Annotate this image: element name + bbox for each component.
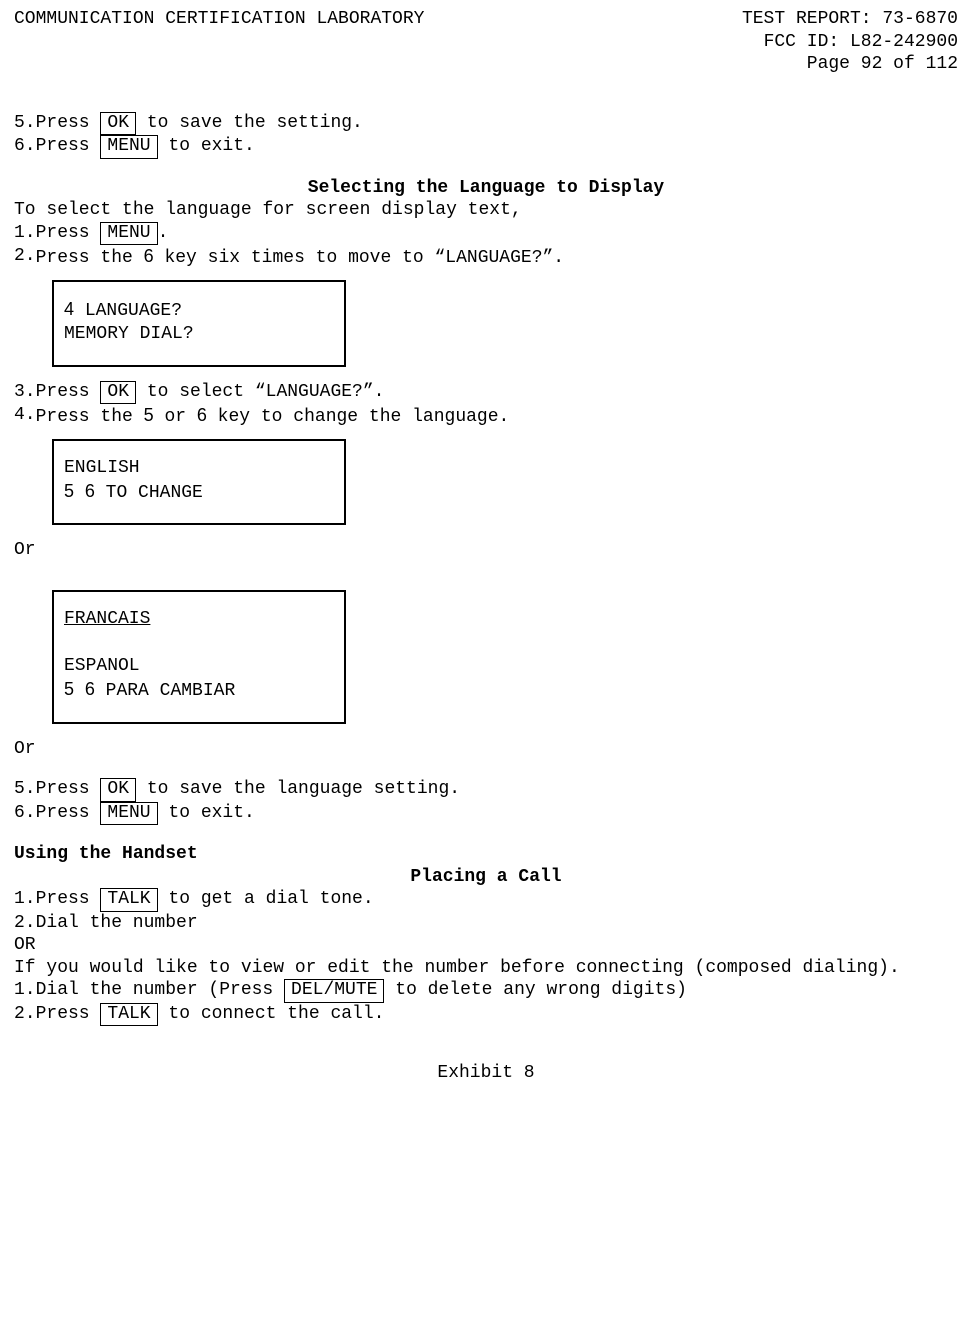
section-intro: To select the language for screen displa… [14, 199, 958, 222]
lang-step-6: 6. Press MENU to exit. [14, 802, 958, 826]
digit-5: 5 [64, 679, 74, 699]
or-label: Or [14, 738, 958, 761]
step-text-pre: Press the [36, 407, 144, 427]
step-text-post: to exit. [158, 803, 255, 823]
lcd-display-1: 4 LANGUAGE? MEMORY DIAL? [52, 280, 346, 367]
step-5: 5. Press OK to save the setting. [14, 112, 958, 136]
step-number: 5. [14, 778, 36, 802]
step-text-pre: Press [36, 1004, 101, 1024]
step-number: 6. [14, 802, 36, 826]
step-text-post: . [158, 223, 169, 243]
section-heading-handset: Using the Handset [14, 843, 958, 866]
display-text: TO CHANGE [95, 483, 203, 503]
digit-5: 5 [144, 405, 154, 425]
talk-key: TALK [100, 1003, 157, 1027]
lang-step-1: 1. Press MENU. [14, 222, 958, 246]
section-heading-placing-call: Placing a Call [14, 866, 958, 889]
step-text-post: to exit. [158, 136, 255, 156]
display-text: MEMORY DIAL? [64, 323, 334, 346]
lang-step-4: 4. Press the 5 or 6 key to change the la… [14, 404, 958, 429]
step-text-pre: Press [36, 113, 101, 133]
step-text-pre: Press the [36, 248, 144, 268]
header-left: COMMUNICATION CERTIFICATION LABORATORY [14, 8, 424, 31]
ok-key: OK [100, 381, 136, 405]
step-number: 1. [14, 888, 36, 912]
display-text: FRANCAIS [64, 608, 334, 631]
step-number: 5. [14, 112, 36, 136]
step-text-post: to select “LANGUAGE?”. [136, 382, 384, 402]
lcd-display-2: ENGLISH 5 6 TO CHANGE [52, 439, 346, 526]
step-number: 3. [14, 381, 36, 405]
digit-5: 5 [64, 481, 74, 501]
display-text: PARA CAMBIAR [95, 681, 235, 701]
or-label: Or [14, 539, 958, 562]
step-text-pre: Press [36, 136, 101, 156]
call-step-2: 2. Dial the number [14, 912, 958, 935]
step-text-post: to connect the call. [158, 1004, 385, 1024]
step-number: 2. [14, 245, 36, 270]
ok-key: OK [100, 778, 136, 802]
menu-key: MENU [100, 135, 157, 159]
display-text: ENGLISH [64, 457, 334, 480]
step-text-pre: Dial the number (Press [36, 980, 284, 1000]
step-text-pre: Press [36, 779, 101, 799]
lang-step-3: 3. Press OK to select “LANGUAGE?”. [14, 381, 958, 405]
step-number: 1. [14, 979, 36, 1003]
alt-step-2: 2. Press TALK to connect the call. [14, 1003, 958, 1027]
composed-dialing-para: If you would like to view or edit the nu… [14, 957, 958, 980]
step-text-pre: Press [36, 223, 101, 243]
step-number: 1. [14, 222, 36, 246]
step-text-post: to get a dial tone. [158, 889, 374, 909]
step-number: 6. [14, 135, 36, 159]
lcd-display-3: FRANCAIS ESPANOL 5 6 PARA CAMBIAR [52, 590, 346, 724]
digit-6: 6 [144, 246, 154, 266]
step-text-post: key six times to move to “LANGUAGE?”. [154, 248, 564, 268]
page-header: COMMUNICATION CERTIFICATION LABORATORY T… [14, 8, 958, 31]
step-text-post: to save the setting. [136, 113, 363, 133]
header-right-3: Page 92 of 112 [14, 53, 958, 76]
display-text: LANGUAGE? [74, 301, 182, 321]
del-mute-key: DEL/MUTE [284, 979, 384, 1003]
digit-4: 4 [64, 299, 74, 319]
or-label-big: OR [14, 934, 958, 957]
step-text-post: to save the language setting. [136, 779, 460, 799]
step-6: 6. Press MENU to exit. [14, 135, 958, 159]
lang-step-5: 5. Press OK to save the language setting… [14, 778, 958, 802]
step-text: Dial the number [36, 912, 958, 935]
display-text: ESPANOL [64, 655, 334, 678]
step-text-pre: Press [36, 382, 101, 402]
digit-6: 6 [85, 679, 95, 699]
step-number: 2. [14, 912, 36, 935]
step-text-pre: Press [36, 803, 101, 823]
digit-6: 6 [197, 405, 207, 425]
display-blank [64, 631, 334, 654]
step-text-post: to delete any wrong digits) [384, 980, 686, 1000]
menu-key: MENU [100, 222, 157, 246]
digit-6: 6 [85, 481, 95, 501]
step-number: 2. [14, 1003, 36, 1027]
step-text-mid: or [154, 407, 197, 427]
header-right-1: TEST REPORT: 73-6870 [742, 8, 958, 31]
alt-step-1: 1. Dial the number (Press DEL/MUTE to de… [14, 979, 958, 1003]
exhibit-label: Exhibit 8 [14, 1062, 958, 1085]
menu-key: MENU [100, 802, 157, 826]
talk-key: TALK [100, 888, 157, 912]
step-text-post: key to change the language. [207, 407, 509, 427]
step-text-pre: Press [36, 889, 101, 909]
section-heading-language: Selecting the Language to Display [14, 177, 958, 200]
step-number: 4. [14, 404, 36, 429]
lang-step-2: 2. Press the 6 key six times to move to … [14, 245, 958, 270]
header-right-2: FCC ID: L82-242900 [14, 31, 958, 54]
call-step-1: 1. Press TALK to get a dial tone. [14, 888, 958, 912]
ok-key: OK [100, 112, 136, 136]
